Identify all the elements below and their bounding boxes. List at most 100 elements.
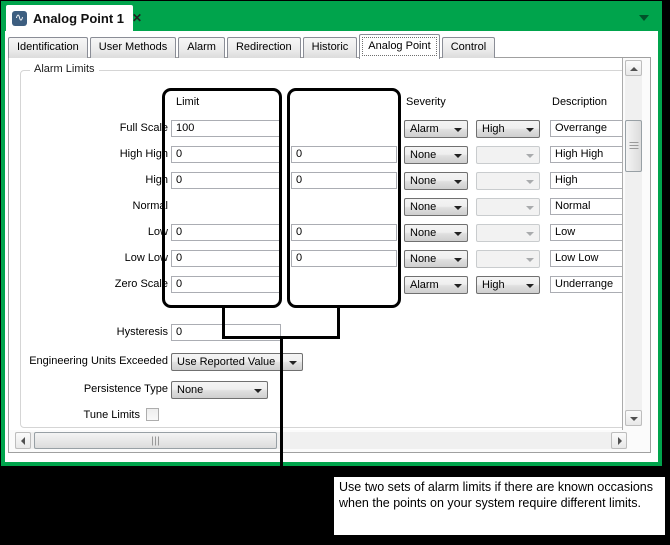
scroll-grip [152,436,160,445]
row-engineering-units: Engineering Units Exceeded Use Reported … [9,353,623,370]
analog-point-window: ∿ Analog Point 1 ✕ Identification User M… [1,1,662,466]
chevron-down-icon [526,180,534,184]
severity-combo[interactable]: None [404,172,468,190]
triangle-down-icon [630,417,638,421]
severity-combo[interactable]: None [404,146,468,164]
triangle-up-icon [630,67,638,71]
severity-combo[interactable]: None [404,198,468,216]
vertical-scrollbar[interactable] [625,60,642,426]
severity-value: None [410,253,436,265]
page-background: ∿ Analog Point 1 ✕ Identification User M… [0,0,670,545]
hysteresis-input[interactable]: 0 [171,324,281,341]
severity-value: Alarm [410,123,439,135]
severity-combo[interactable]: Alarm [404,276,468,294]
tab-control[interactable]: Control [442,37,495,58]
analog-point-tab-page: Alarm Limits Limit Severity Description … [8,57,651,453]
tab-identification[interactable]: Identification [8,37,88,58]
row-label: Low Low [9,252,168,264]
severity-value: None [410,201,436,213]
document-title: Analog Point 1 [33,11,124,26]
severity2-combo-disabled [476,224,540,242]
chevron-down-icon [526,154,534,158]
severity-combo[interactable]: None [404,250,468,268]
tab-list-dropdown-icon[interactable] [639,15,649,21]
tab-alarm[interactable]: Alarm [178,37,225,58]
severity2-value: High [482,279,505,291]
description-input[interactable]: High [550,172,623,189]
chevron-down-icon [254,389,262,393]
tab-user-methods[interactable]: User Methods [90,37,176,58]
tab-redirection[interactable]: Redirection [227,37,301,58]
chevron-down-icon [454,154,462,158]
severity2-combo-disabled [476,198,540,216]
severity-combo[interactable]: Alarm [404,120,468,138]
chevron-down-icon [526,258,534,262]
vertical-scroll-thumb[interactable] [625,120,642,172]
severity2-value: High [482,123,505,135]
persistence-type-value: None [177,384,203,396]
annotation-rect-limit-set2 [287,88,401,308]
persistence-type-combo[interactable]: None [171,381,268,399]
description-input[interactable]: High High [550,146,623,163]
chevron-down-icon [454,206,462,210]
tab-strip: Identification User Methods Alarm Redire… [8,33,497,58]
engineering-units-label: Engineering Units Exceeded [9,355,168,367]
description-input[interactable]: Normal [550,198,623,215]
chevron-down-icon [526,232,534,236]
severity2-combo[interactable]: High [476,276,540,294]
scroll-right-button[interactable] [611,432,627,449]
form-viewport: Alarm Limits Limit Severity Description … [9,58,623,430]
window-titlebar: ∿ Analog Point 1 ✕ [5,5,658,31]
scroll-down-button[interactable] [625,410,642,426]
analog-point-icon: ∿ [12,11,27,26]
chevron-down-icon [526,284,534,288]
severity-combo[interactable]: None [404,224,468,242]
dialog-content: Identification User Methods Alarm Redire… [5,31,658,458]
horizontal-scrollbar[interactable] [15,432,627,449]
chevron-down-icon [526,206,534,210]
description-input[interactable]: Low Low [550,250,623,267]
callout-note: Use two sets of alarm limits if there ar… [334,477,665,535]
row-label: Full Scale [9,122,168,134]
description-input[interactable]: Low [550,224,623,241]
severity-column-header: Severity [406,96,446,108]
description-input[interactable]: Overrange [550,120,623,137]
row-label: High [9,174,168,186]
row-label: High High [9,148,168,160]
severity-value: None [410,227,436,239]
severity2-combo[interactable]: High [476,120,540,138]
severity-value: None [410,149,436,161]
chevron-down-icon [526,128,534,132]
row-label: Normal [9,200,168,212]
triangle-left-icon [21,437,25,445]
scroll-up-button[interactable] [625,60,642,76]
severity2-combo-disabled [476,172,540,190]
chevron-down-icon [454,284,462,288]
tab-historic[interactable]: Historic [303,37,358,58]
annotation-rect-limit-set1 [162,88,282,308]
tab-analog-point[interactable]: Analog Point [359,34,439,59]
severity-value: None [410,175,436,187]
row-hysteresis: Hysteresis 0 [9,324,623,341]
chevron-down-icon [454,128,462,132]
engineering-units-combo[interactable]: Use Reported Value [171,353,303,371]
chevron-down-icon [454,180,462,184]
close-icon[interactable]: ✕ [132,11,142,25]
alarm-limits-group-title: Alarm Limits [30,63,99,75]
row-tune-limits: Tune Limits [9,407,623,424]
tune-limits-checkbox[interactable] [146,408,159,421]
severity2-combo-disabled [476,250,540,268]
row-persistence-type: Persistence Type None [9,381,623,398]
tune-limits-label: Tune Limits [9,409,140,421]
horizontal-scroll-thumb[interactable] [34,432,277,449]
chevron-down-icon [289,361,297,365]
description-input[interactable]: Underrange [550,276,623,293]
scroll-grip [629,142,638,150]
description-column-header: Description [552,96,607,108]
persistence-type-label: Persistence Type [9,383,168,395]
row-label: Zero Scale [9,278,168,290]
engineering-units-value: Use Reported Value [177,356,275,368]
document-tab[interactable]: ∿ Analog Point 1 ✕ [6,5,133,31]
scroll-left-button[interactable] [15,432,31,449]
chevron-down-icon [454,258,462,262]
